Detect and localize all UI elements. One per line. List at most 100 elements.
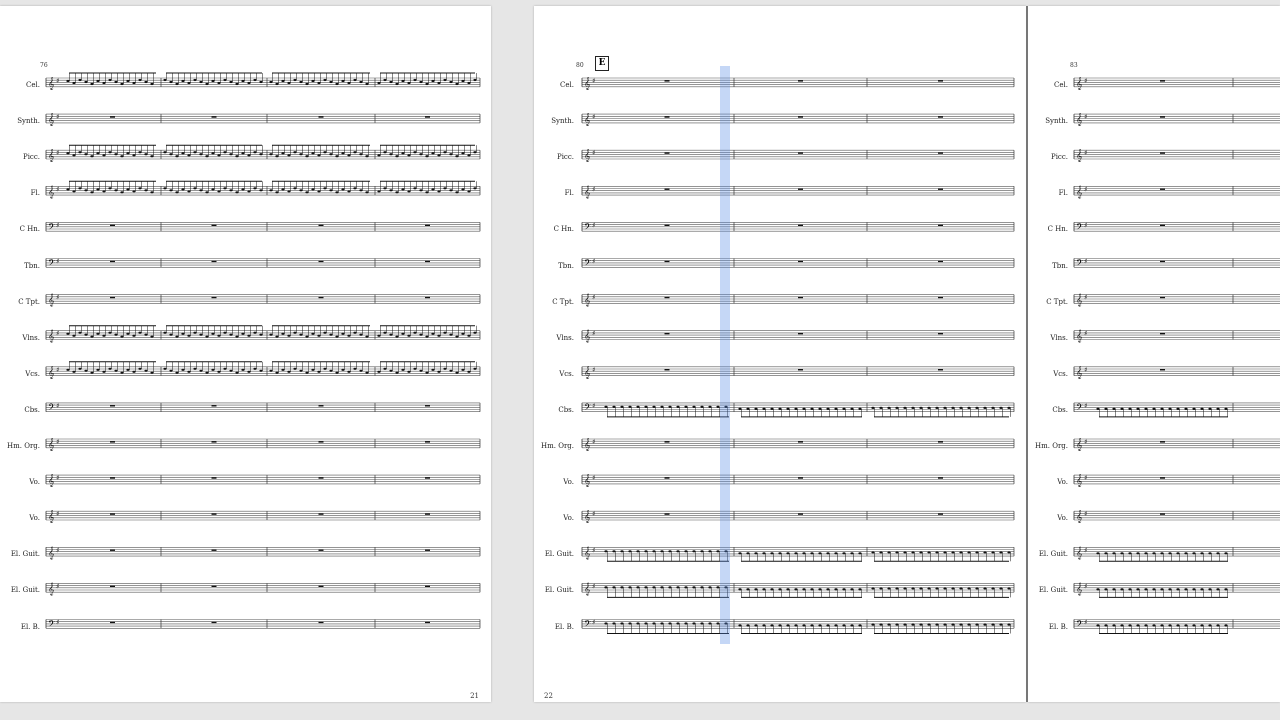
staff[interactable]: 𝄞 ♯ (581, 438, 1015, 451)
note (120, 155, 124, 158)
staff[interactable]: 𝄞 ♯ (1073, 113, 1280, 126)
staff[interactable]: 𝄞 ♯ (45, 361, 481, 379)
note (96, 332, 100, 335)
staff[interactable]: 𝄞 ♯ (45, 510, 481, 523)
note (132, 81, 136, 85)
staff[interactable]: 𝄞 ♯ (1073, 330, 1280, 343)
note (449, 189, 453, 192)
note (389, 153, 393, 156)
staff[interactable]: 𝄞 ♯ (1073, 149, 1280, 162)
staff-system[interactable]: 𝄞 ♯ 𝄞 ♯ 𝄞 ♯ 𝄞 ♯ 𝄢 ♯ 𝄢 ♯ 𝄞 ♯ 𝄞 ♯ 𝄞 ♯ 𝄢 ♯ 𝄞 ♯ 𝄞 ♯ 𝄞 ♯ 𝄞 ♯ 𝄞 ♯ 𝄢 ♯ (1028, 6, 1280, 702)
staff[interactable]: 𝄞 ♯ (45, 294, 481, 307)
note (778, 624, 782, 627)
key-signature-sharp-icon: ♯ (56, 438, 59, 446)
note (275, 82, 279, 86)
note (746, 407, 750, 410)
key-signature-sharp-icon: ♯ (56, 366, 59, 374)
staff[interactable]: 𝄞 ♯ (1073, 185, 1280, 198)
staff[interactable]: 𝄞 ♯ (581, 185, 1015, 198)
note (241, 79, 245, 83)
staff[interactable]: 𝄢 ♯ (45, 221, 481, 234)
note (911, 406, 915, 409)
note (612, 622, 616, 625)
staff[interactable]: 𝄞 ♯ (45, 582, 481, 595)
staff[interactable]: 𝄞 ♯ (45, 325, 481, 343)
staff[interactable]: 𝄞 ♯ (1073, 77, 1280, 90)
score-page-22[interactable]: 80 E Cel. Synth. Picc. Fl. C Hn. Tbn. C Tpt. Vl… (534, 6, 1026, 702)
staff[interactable]: 𝄞 ♯ (581, 149, 1015, 162)
note (317, 334, 321, 337)
note (395, 191, 399, 194)
staff[interactable]: 𝄞 ♯ (1073, 546, 1280, 562)
staff[interactable]: 𝄞 ♯ (581, 77, 1015, 90)
staff[interactable]: 𝄞 ♯ (1073, 438, 1280, 451)
staff[interactable]: 𝄞 ♯ (45, 546, 481, 559)
staff[interactable]: 𝄢 ♯ (581, 619, 1015, 634)
note (126, 188, 130, 191)
note (1136, 624, 1140, 627)
staff[interactable]: 𝄞 ♯ (581, 366, 1015, 379)
whole-rest-icon (211, 621, 217, 624)
staff[interactable]: 𝄞 ♯ (1073, 474, 1280, 487)
staff[interactable]: 𝄢 ♯ (45, 619, 481, 632)
staff[interactable]: 𝄞 ♯ (45, 144, 481, 162)
score-page-23[interactable]: 83 Cel. Synth. Picc. Fl. C Hn. Tbn. C Tpt. Vlns… (1028, 6, 1280, 702)
staff[interactable]: 𝄞 ♯ (45, 474, 481, 487)
note (341, 152, 345, 155)
staff-system[interactable]: 𝄞 ♯ 𝄞 ♯ 𝄞 ♯ 𝄞 ♯ 𝄢 ♯ 𝄢 ♯ 𝄞 ♯ 𝄞 ♯ 𝄞 ♯ 𝄢 ♯ 𝄞 ♯ 𝄞 ♯ 𝄞 ♯ 𝄞 ♯ 𝄞 ♯ 𝄢 ♯ (0, 6, 491, 702)
staff[interactable]: 𝄞 ♯ (45, 180, 481, 198)
note (299, 153, 303, 156)
note (347, 190, 351, 193)
staff[interactable]: 𝄞 ♯ (45, 438, 481, 451)
staff[interactable]: 𝄞 ♯ (581, 294, 1015, 307)
staff[interactable]: 𝄢 ♯ (1073, 402, 1280, 418)
staff[interactable]: 𝄞 ♯ (581, 474, 1015, 487)
note (636, 586, 640, 589)
staff[interactable]: 𝄞 ♯ (581, 582, 1015, 598)
staff[interactable]: 𝄞 ♯ (581, 546, 1015, 562)
staff[interactable]: 𝄞 ♯ (1073, 294, 1280, 307)
note (810, 407, 814, 410)
staff[interactable]: 𝄢 ♯ (45, 258, 481, 271)
note (287, 334, 291, 337)
staff[interactable]: 𝄞 ♯ (1073, 366, 1280, 379)
playback-cursor[interactable] (720, 66, 730, 644)
staff[interactable]: 𝄞 ♯ (1073, 510, 1280, 523)
staff[interactable]: 𝄢 ♯ (1073, 221, 1280, 234)
staff[interactable]: 𝄢 ♯ (1073, 619, 1280, 634)
staff[interactable]: 𝄢 ♯ (581, 402, 1015, 418)
staff-system[interactable]: 𝄞 ♯ 𝄞 ♯ 𝄞 ♯ 𝄞 ♯ 𝄢 ♯ 𝄢 ♯ 𝄞 ♯ 𝄞 ♯ 𝄞 ♯ 𝄢 ♯ 𝄞 ♯ 𝄞 ♯ 𝄞 ♯ 𝄞 ♯ 𝄞 ♯ 𝄢 ♯ (534, 6, 1026, 702)
note (120, 191, 124, 194)
note (329, 189, 333, 192)
staff[interactable]: 𝄞 ♯ (1073, 582, 1280, 598)
whole-rest-icon (664, 332, 670, 335)
staff[interactable]: 𝄞 ♯ (45, 72, 481, 90)
note (455, 155, 459, 158)
note (281, 332, 285, 335)
note (879, 587, 883, 590)
note (443, 187, 447, 190)
staff[interactable]: 𝄞 ♯ (581, 330, 1015, 343)
staff[interactable]: 𝄞 ♯ (45, 113, 481, 126)
score-page-21[interactable]: 76 Cel. Synth. Picc. Fl. C Hn. Tbn. C Tpt. Vlns… (0, 6, 491, 702)
note (114, 333, 118, 336)
bass-clef-icon: 𝄢 (1076, 619, 1083, 632)
note (959, 623, 963, 626)
note (770, 552, 774, 555)
note (778, 552, 782, 555)
whole-rest-icon (318, 224, 324, 226)
staff[interactable]: 𝄞 ♯ (581, 510, 1015, 523)
note (826, 407, 830, 410)
note (287, 154, 291, 157)
note (620, 622, 624, 625)
note (943, 587, 947, 590)
whole-rest-icon (211, 296, 217, 299)
page-number: 21 (470, 692, 479, 700)
staff[interactable]: 𝄢 ♯ (581, 221, 1015, 234)
staff[interactable]: 𝄢 ♯ (1073, 258, 1280, 271)
note (175, 335, 179, 338)
whole-rest-icon (425, 224, 430, 226)
staff[interactable]: 𝄞 ♯ (581, 113, 1015, 126)
staff[interactable]: 𝄢 ♯ (581, 258, 1015, 271)
staff[interactable]: 𝄢 ♯ (45, 402, 481, 415)
